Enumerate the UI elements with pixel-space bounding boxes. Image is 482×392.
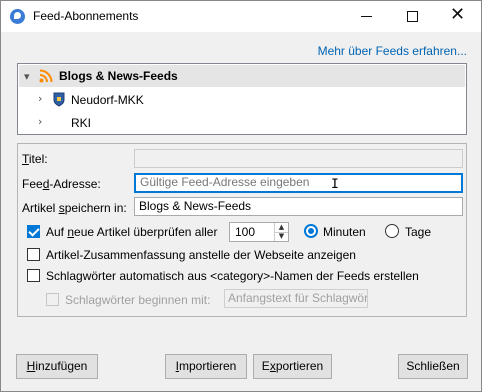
window-title: Feed-Abonnements [33,9,139,23]
learn-more-link[interactable]: Mehr über Feeds erfahren... [318,44,467,58]
tree-item-blogs-news[interactable]: ▾ Blogs & News-Feeds [19,65,465,87]
days-label: Tage [405,225,432,239]
maximize-button[interactable] [390,1,435,32]
summary-checkbox[interactable] [27,248,40,261]
feed-tree[interactable]: ▾ Blogs & News-Feeds › Neudorf-MKK › RKI [17,63,467,135]
minimize-button[interactable] [344,1,389,32]
tag-prefix-input[interactable]: Anfangstext für Schlagwör [224,289,368,308]
stepper-buttons: ▲ ▼ [274,223,288,241]
title-field[interactable] [134,149,463,168]
feed-address-label: Feed-Adresse: [22,177,101,191]
tree-item-label: RKI [71,116,92,130]
tree-item-label: Neudorf-MKK [71,93,144,107]
minutes-radio[interactable] [304,224,318,238]
tag-prefix-checkbox[interactable] [46,293,59,306]
rss-icon [39,69,53,83]
title-label: Titel: [22,152,48,166]
auto-tags-checkbox[interactable] [27,269,40,282]
feed-properties-panel: Titel: Feed-Adresse: Gültige Feed-Adress… [17,143,467,317]
tree-item-label: Blogs & News-Feeds [59,69,178,83]
maximize-icon [407,11,418,22]
check-updates-label: Auf neue Artikel überprüfen aller [46,225,218,239]
update-interval-value: 100 [235,225,256,239]
title-bar[interactable]: Feed-Abonnements ✕ [1,1,481,32]
tag-prefix-label: Schlagwörter beginnen mit: [65,293,211,307]
store-articles-folder[interactable]: Blogs & News-Feeds [134,197,463,216]
chevron-right-icon[interactable]: › [38,92,42,105]
chevron-down-icon[interactable]: ▾ [24,70,30,83]
decrement-icon[interactable]: ▼ [275,232,288,241]
shield-icon [53,92,65,107]
add-button[interactable]: Hinzufügen [16,354,98,379]
export-button[interactable]: Exportieren [253,354,332,379]
check-updates-checkbox[interactable] [27,225,40,238]
text-cursor-icon: Ι [331,177,339,192]
close-button[interactable]: Schließen [398,354,468,379]
auto-tags-label: Schlagwörter automatisch aus <category>-… [46,269,419,283]
update-interval-stepper[interactable]: 100 ▲ ▼ [229,222,289,242]
chevron-right-icon[interactable]: › [38,115,42,128]
minutes-label: Minuten [323,225,366,239]
tree-item-neudorf[interactable]: › Neudorf-MKK [19,89,465,111]
feed-address-input[interactable]: Gültige Feed-Adresse eingeben [134,173,463,193]
store-articles-label: Artikel speichern in: [22,201,127,215]
import-button[interactable]: Importieren [165,354,247,379]
tree-item-rki[interactable]: › RKI [19,112,465,134]
summary-label: Artikel-Zusammenfassung anstelle der Web… [46,248,356,262]
close-icon: ✕ [450,4,466,25]
days-radio[interactable] [385,224,399,238]
thunderbird-app-icon [10,9,25,24]
minimize-icon [361,16,372,17]
feed-subscriptions-dialog: Feed-Abonnements ✕ Mehr über Feeds erfah… [0,0,482,392]
close-window-button[interactable]: ✕ [436,1,481,32]
